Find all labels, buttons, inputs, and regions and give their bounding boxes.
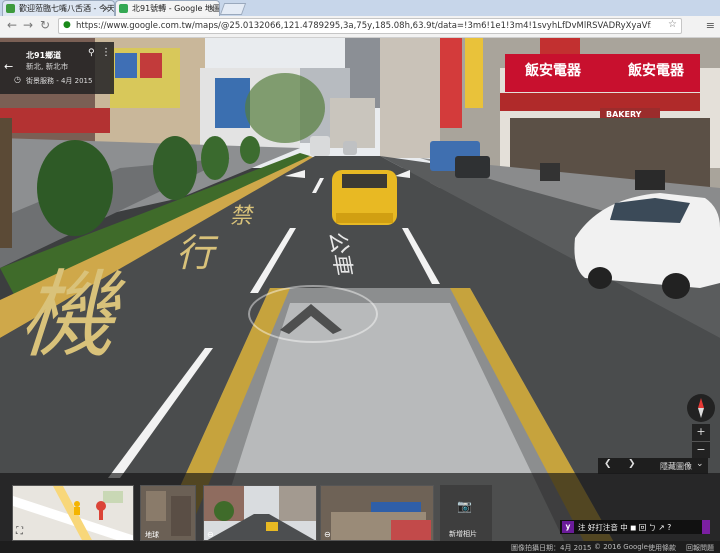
ime-status-text: 注 好打注音 中 ◼ 回 ㄅ ↗ ? <box>578 523 672 532</box>
browser-tab-2-active[interactable]: 北91號轉 - Google 地圖 × <box>115 0 220 16</box>
pano-360-icon: ⊖ <box>324 530 331 539</box>
capture-date-footer: 圖像拍攝日期：4月 2015 <box>511 544 592 552</box>
bakery-sign: BAKERY <box>606 110 642 119</box>
tab-title: 歡迎蒞臨七嘴八舌酒 - 今天 <box>19 4 115 13</box>
zoom-in-button[interactable]: + <box>692 424 710 441</box>
compass-icon[interactable] <box>687 394 715 422</box>
capture-date-selector[interactable]: ◷ 街景服務 - 4月 2015 <box>14 75 93 86</box>
compass-needle-icon <box>698 398 704 418</box>
lock-icon: ● <box>63 20 71 30</box>
report-problem-link[interactable]: 回報問題 <box>686 543 714 553</box>
hide-imagery-label[interactable]: 隱藏圖像 <box>660 461 692 472</box>
street-thumb-graphic <box>204 486 316 540</box>
arrow-left-icon[interactable]: ← <box>4 60 13 73</box>
fullscreen-icon[interactable]: ⛶ <box>16 526 23 537</box>
browser-tab-1[interactable]: 歡迎蒞臨七嘴八舌酒 - 今天 × <box>2 0 115 16</box>
url-text[interactable]: https://www.google.com.tw/maps/@25.01320… <box>76 19 651 33</box>
terms-link[interactable]: 使用條款 <box>648 543 676 553</box>
zoom-out-button[interactable]: − <box>692 442 710 459</box>
tab-favicon-icon <box>6 4 15 13</box>
more-vert-icon[interactable]: ⋮ <box>101 47 111 58</box>
browser-tab-bar: 歡迎蒞臨七嘴八舌酒 - 今天 × 北91號轉 - Google 地圖 × <box>0 0 720 16</box>
maps-favicon-icon <box>119 4 128 13</box>
bookmark-star-icon[interactable]: ☆ <box>668 19 677 30</box>
street-thumbnail[interactable]: ⊖ <box>203 485 317 541</box>
map-footer: 圖像拍攝日期：4月 2015 © 2016 Google 使用條款 回報問題 <box>0 541 720 553</box>
shop-sign: 飯安電器 <box>525 63 581 79</box>
yahoo-ime-icon[interactable]: y <box>562 521 574 533</box>
timeline-control: ❮ ❯ 隱藏圖像 ⌄ <box>598 458 708 474</box>
url-field[interactable]: ● https://www.google.com.tw/maps/@25.013… <box>58 18 682 34</box>
place-subtitle: 新北, 新北市 <box>26 62 69 71</box>
thumbnail-label: 地球 <box>145 531 159 539</box>
pano-360-icon: ⊖ <box>207 530 214 539</box>
prev-arrow-icon[interactable]: ❮ <box>604 459 612 469</box>
minimap-graphic <box>13 486 133 540</box>
camera-plus-icon: 📷 <box>457 499 472 513</box>
back-button[interactable]: ← <box>4 18 20 32</box>
shop-thumbnail[interactable]: ⊖ <box>320 485 434 541</box>
shop-thumb-graphic <box>321 486 433 540</box>
place-title: 北91鄉道 <box>26 51 62 60</box>
next-arrow-icon[interactable]: ❯ <box>628 459 636 469</box>
new-tab-button[interactable] <box>219 3 247 15</box>
forward-chevron-icon[interactable] <box>276 296 346 336</box>
place-info-card: ← 北91鄉道 新北, 新北市 ◷ 街景服務 - 4月 2015 ⚲ ⋮ <box>0 42 114 94</box>
shop-sign: 飯安電器 <box>628 63 684 79</box>
address-bar: ← → ↻ ● https://www.google.com.tw/maps/@… <box>0 16 720 38</box>
add-photo-label: 新增相片 <box>449 530 477 538</box>
forward-button[interactable]: → <box>20 18 36 32</box>
copyright-text: © 2016 Google <box>594 543 648 551</box>
tab-title: 北91號轉 - Google 地圖 <box>132 4 220 13</box>
zoom-control: + − <box>692 424 710 458</box>
browser-menu-icon[interactable]: ≡ <box>706 19 715 32</box>
minimap-thumbnail[interactable]: ⛶ <box>12 485 134 541</box>
add-photo-button[interactable]: 📷 新增相片 <box>440 485 492 541</box>
map-pin-icon[interactable]: ⚲ <box>88 48 95 58</box>
clock-icon: ◷ <box>14 75 21 84</box>
ime-toolbar[interactable]: y 注 好打注音 中 ◼ 回 ㄅ ↗ ? <box>560 520 710 534</box>
reload-button[interactable]: ↻ <box>37 18 53 32</box>
ime-grip[interactable] <box>702 520 710 534</box>
chevron-down-icon[interactable]: ⌄ <box>696 459 704 469</box>
capture-date-label: 街景服務 - 4月 2015 <box>26 77 93 85</box>
photo-thumbnail[interactable]: 地球 <box>140 485 196 541</box>
tab-close-icon[interactable]: × <box>103 1 110 16</box>
tab-close-icon[interactable]: × <box>208 1 215 16</box>
